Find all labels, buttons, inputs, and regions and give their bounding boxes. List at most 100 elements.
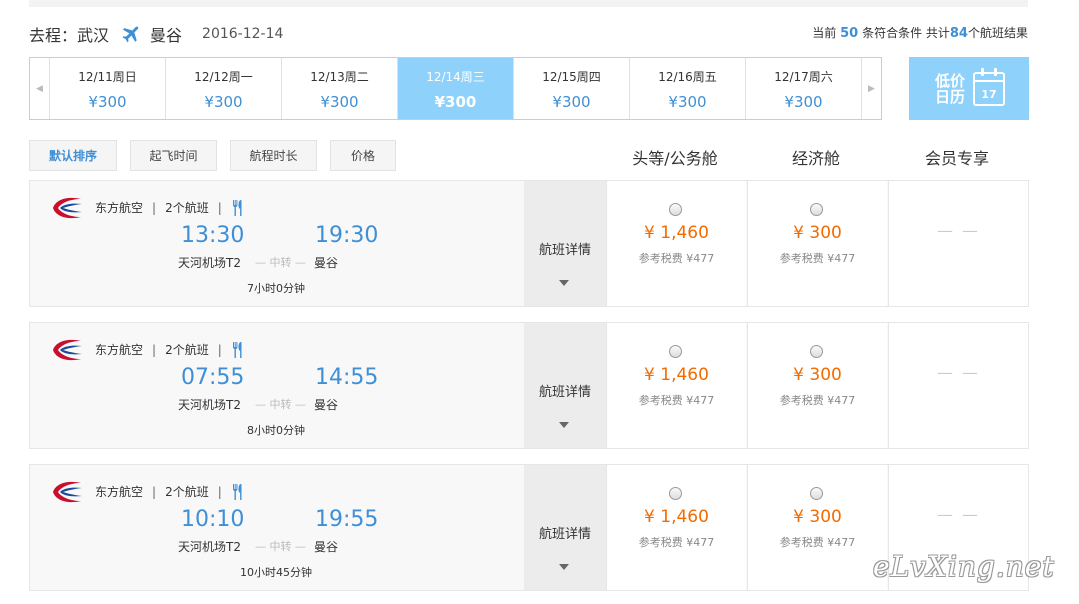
- economy-fare[interactable]: ¥ 300 参考税费 ¥477: [747, 323, 887, 448]
- first-class-fare[interactable]: ¥ 1,460 参考税费 ¥477: [606, 323, 746, 448]
- date-tab-price: ¥300: [668, 93, 707, 111]
- economy-price: ¥ 300: [793, 365, 842, 385]
- route-header: 去程：武汉 曼谷 2016-12-14: [29, 22, 283, 46]
- flight-duration: 7小时0分钟: [247, 282, 305, 295]
- total-count: 84: [949, 26, 968, 41]
- china-eastern-logo: [53, 197, 82, 219]
- date-tab-day: 12/17周六: [774, 70, 833, 84]
- economy-price: ¥ 300: [793, 223, 842, 243]
- flight-details-label: 航班详情: [538, 385, 591, 400]
- sort-bar: 默认排序 起飞时间 航程时长 价格: [29, 140, 409, 171]
- first-class-fare[interactable]: ¥ 1,460 参考税费 ¥477: [606, 181, 746, 306]
- first-class-fare[interactable]: ¥ 1,460 参考税费 ¥477: [606, 465, 746, 590]
- sort-default-button[interactable]: 默认排序: [29, 140, 117, 171]
- economy-radio[interactable]: [810, 487, 823, 500]
- arrival-airport: 曼谷: [314, 398, 339, 412]
- date-tab[interactable]: 12/13周二 ¥300: [282, 58, 398, 119]
- summary-prefix: 当前: [812, 26, 837, 40]
- first-class-radio[interactable]: [669, 203, 682, 216]
- date-tab-day: 12/13周二: [310, 70, 369, 84]
- chevron-down-icon: [559, 280, 569, 286]
- calendar-icon: 17: [973, 67, 1005, 106]
- date-strip: ◀ 12/11周日 ¥300 12/12周一 ¥300 12/13周二 ¥300 12…: [29, 57, 882, 120]
- departure-time: 10:10: [181, 507, 245, 532]
- prev-dates-arrow-icon[interactable]: ◀: [30, 58, 50, 119]
- top-divider: [29, 0, 1028, 7]
- separator: |: [217, 200, 222, 215]
- airline-line: 东方航空 | 2个航班 |: [95, 483, 245, 500]
- economy-radio[interactable]: [810, 345, 823, 358]
- low-price-calendar-label: 低价 日历: [933, 73, 967, 105]
- separator: |: [217, 484, 222, 499]
- result-summary: 当前 50 条符合条件 共计84个航班结果: [812, 24, 1028, 41]
- chevron-down-icon: [559, 564, 569, 570]
- calendar-day: 17: [981, 87, 997, 101]
- column-economy: 经济舱: [791, 149, 840, 168]
- economy-tax: 参考税费 ¥477: [779, 394, 856, 407]
- flight-details-toggle[interactable]: 航班详情: [524, 323, 606, 448]
- first-class-radio[interactable]: [669, 345, 682, 358]
- first-class-tax: 参考税费 ¥477: [638, 252, 715, 265]
- flight-count: 2个航班: [165, 485, 209, 499]
- economy-fare[interactable]: ¥ 300 参考税费 ¥477: [747, 465, 887, 590]
- member-unavailable: — —: [936, 363, 981, 382]
- transfer-label: — 中转 —: [255, 540, 306, 553]
- next-dates-arrow-icon[interactable]: ▶: [861, 58, 881, 119]
- arrival-time: 19:55: [315, 507, 379, 532]
- departure-airport: 天河机场T2: [178, 398, 241, 412]
- date-tab-day: 12/15周四: [542, 70, 601, 84]
- column-member: 会员专享: [924, 149, 989, 168]
- member-fare: — —: [888, 323, 1028, 448]
- sort-departure-button[interactable]: 起飞时间: [130, 140, 217, 171]
- date-tab[interactable]: 12/16周五 ¥300: [630, 58, 746, 119]
- low-price-label-line2: 日历: [934, 87, 965, 106]
- flight-count: 2个航班: [165, 201, 209, 215]
- economy-fare[interactable]: ¥ 300 参考税费 ¥477: [747, 181, 887, 306]
- chevron-down-icon: [559, 422, 569, 428]
- date-tab[interactable]: 12/15周四 ¥300: [514, 58, 630, 119]
- first-class-tax: 参考税费 ¥477: [638, 394, 715, 407]
- watermark: eLvXing.net: [873, 550, 1055, 583]
- economy-radio[interactable]: [810, 203, 823, 216]
- flight-info: 东方航空 | 2个航班 | 10:10 19:55 天河机场T2 — 中转 — …: [30, 465, 524, 590]
- flight-details-toggle[interactable]: 航班详情: [524, 465, 606, 590]
- route-origin: 去程：武汉: [29, 26, 110, 45]
- low-price-calendar-button[interactable]: 低价 日历 17: [909, 57, 1029, 120]
- date-tab-price: ¥300: [88, 93, 127, 111]
- date-tab-day: 12/14周三: [426, 70, 485, 84]
- airline-name: 东方航空: [95, 343, 144, 357]
- separator: |: [152, 200, 157, 215]
- member-unavailable: — —: [936, 505, 981, 524]
- date-tab[interactable]: 12/17周六 ¥300: [746, 58, 861, 119]
- summary-suffix: 个航班结果: [967, 26, 1028, 40]
- separator: |: [152, 342, 157, 357]
- flight-row: 东方航空 | 2个航班 | 07:55 14:55 天河机场T2 — 中转 — …: [29, 322, 1029, 449]
- first-class-tax: 参考税费 ¥477: [638, 536, 715, 549]
- departure-airport: 天河机场T2: [178, 256, 241, 270]
- first-class-price: ¥ 1,460: [644, 507, 709, 527]
- date-tab[interactable]: 12/14周三 ¥300: [398, 58, 514, 119]
- date-list: 12/11周日 ¥300 12/12周一 ¥300 12/13周二 ¥300 12/1…: [50, 58, 861, 119]
- date-tab[interactable]: 12/12周一 ¥300: [166, 58, 282, 119]
- flight-details-toggle[interactable]: 航班详情: [524, 181, 606, 306]
- first-class-price: ¥ 1,460: [644, 365, 709, 385]
- separator: |: [217, 342, 222, 357]
- flight-duration: 10小时45分钟: [240, 566, 312, 579]
- member-unavailable: — —: [936, 221, 981, 240]
- arrival-airport: 曼谷: [314, 540, 339, 554]
- route-date: 2016-12-14: [202, 26, 284, 42]
- plane-icon: [122, 26, 139, 43]
- sort-duration-button[interactable]: 航程时长: [230, 140, 317, 171]
- departure-airport: 天河机场T2: [178, 540, 241, 554]
- sort-price-button[interactable]: 价格: [330, 140, 396, 171]
- date-tab[interactable]: 12/11周日 ¥300: [50, 58, 166, 119]
- low-price-label-line1: 低价: [934, 71, 965, 90]
- flight-details-label: 航班详情: [538, 527, 591, 542]
- matching-count: 50: [840, 26, 859, 41]
- china-eastern-logo: [53, 481, 82, 503]
- first-class-radio[interactable]: [669, 487, 682, 500]
- flight-count: 2个航班: [165, 343, 209, 357]
- column-first-class: 头等/公务舱: [632, 149, 718, 168]
- date-tab-price: ¥300: [204, 93, 243, 111]
- departure-time: 07:55: [181, 365, 245, 390]
